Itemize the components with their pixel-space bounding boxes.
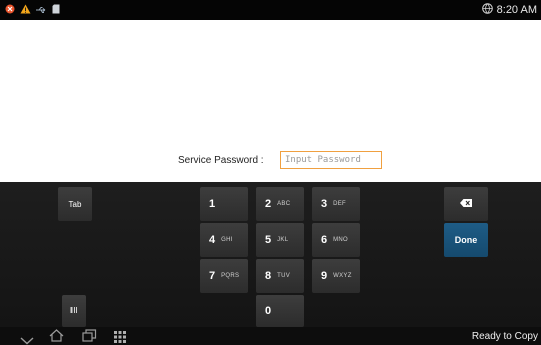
key-5[interactable]: 5 JKL [256,223,304,257]
key-1-number: 1 [209,198,216,210]
keyboard-settings-icon [70,306,78,317]
status-time: 8:20 AM [496,4,537,16]
key-7-letters: PQRS [221,273,240,279]
key-4-number: 4 [209,234,216,246]
key-2-number: 2 [265,198,272,210]
key-9-number: 9 [321,270,328,282]
status-icons-right: 8:20 AM [481,1,537,19]
key-9[interactable]: 9 WXYZ [312,259,360,293]
key-5-number: 5 [265,234,272,246]
key-4[interactable]: 4 GHI [200,223,248,257]
key-8[interactable]: 8 TUV [256,259,304,293]
key-2[interactable]: 2 ABC [256,187,304,221]
key-7[interactable]: 7 PQRS [200,259,248,293]
tab-key[interactable]: Tab [58,187,92,221]
key-8-number: 8 [265,270,272,282]
tab-key-label: Tab [68,199,82,209]
key-2-letters: ABC [277,201,291,207]
key-3-number: 3 [321,198,328,210]
key-6-letters: MNO [333,237,349,243]
status-bar: 8:20 AM [0,0,541,20]
home-icon[interactable] [49,329,64,345]
world-clock-icon [481,1,493,19]
key-0[interactable]: 0 [256,295,304,327]
recent-apps-icon[interactable] [82,329,97,345]
status-icons-left [5,3,60,17]
navigation-bar: Ready to Copy [0,327,541,345]
key-0-number: 0 [265,305,272,317]
numeric-keyboard: Tab 1 2 ABC 3 DEF 4 GHI 5 JKL 6 MNO 7 PQ… [0,182,541,327]
key-9-letters: WXYZ [333,273,352,279]
key-3-letters: DEF [333,201,347,207]
main-content: Service Password : [0,20,541,182]
service-password-input[interactable] [280,151,382,169]
key-8-letters: TUV [277,273,291,279]
key-6-number: 6 [321,234,328,246]
key-1[interactable]: 1 [200,187,248,221]
key-7-number: 7 [209,270,216,282]
key-5-letters: JKL [277,237,289,243]
key-4-letters: GHI [221,237,233,243]
backspace-key[interactable] [444,187,488,221]
key-6[interactable]: 6 MNO [312,223,360,257]
done-key-label: Done [454,235,478,245]
usb-icon [36,1,47,19]
backspace-icon [460,198,472,210]
hide-keyboard-icon[interactable] [20,332,34,345]
done-key[interactable]: Done [444,223,488,257]
sd-card-icon [52,1,60,19]
ready-to-copy-status: Ready to Copy [471,331,538,342]
service-password-label: Service Password : [178,155,264,166]
notification-dot-icon [5,1,15,19]
apps-grid-icon[interactable] [114,330,126,345]
key-3[interactable]: 3 DEF [312,187,360,221]
warning-icon [20,1,31,19]
keyboard-settings-key[interactable] [62,295,86,327]
